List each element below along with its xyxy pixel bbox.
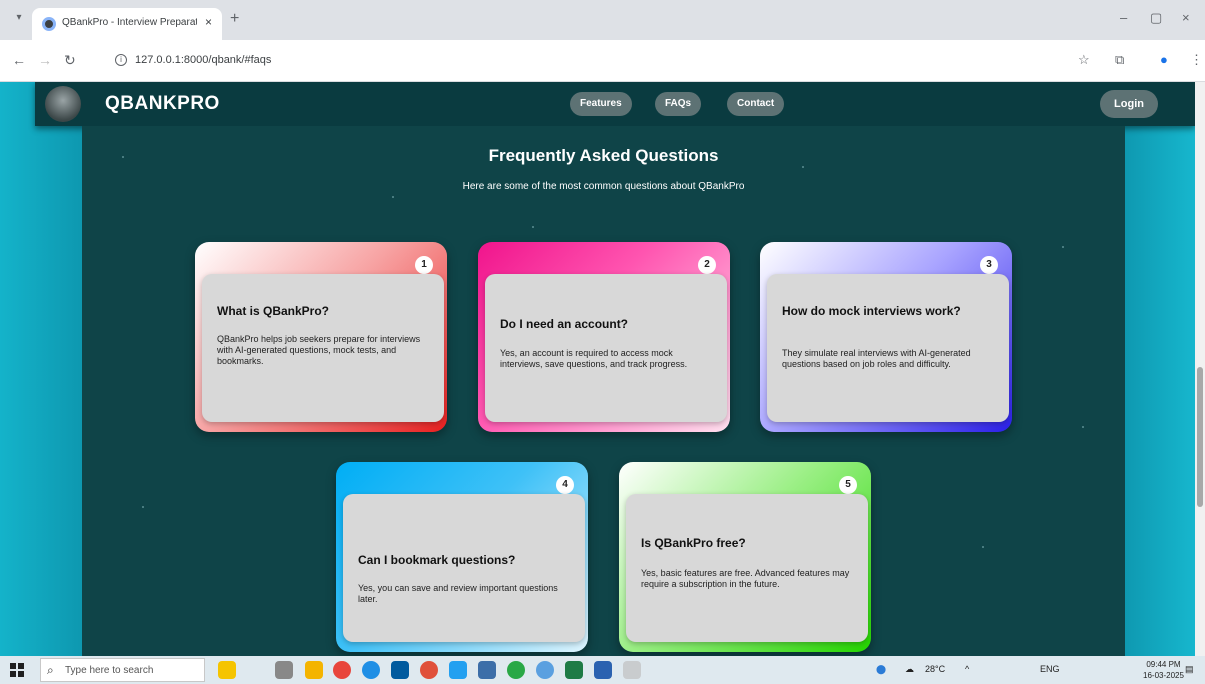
clock-time: 09:44 PM [1146,660,1181,669]
address-bar[interactable]: i 127.0.0.1:8000/qbank/#faqs [115,48,1075,74]
forward-icon[interactable]: → [38,52,52,68]
tab-close-icon[interactable]: × [205,15,212,29]
faq-card[interactable]: 3 How do mock interviews work? They simu… [760,242,1012,432]
profile-icon[interactable]: ● [1160,52,1168,67]
windows-taskbar: ⌕ Type here to search ⬤ ☁ 28°C ^ ENG 09:… [0,656,1205,684]
left-background [0,82,82,656]
weather-icon[interactable]: ☁ [905,664,914,675]
whatsapp-icon[interactable] [507,661,525,679]
faq-number-badge: 4 [556,476,574,494]
faq-title: Frequently Asked Questions [488,146,719,165]
menu-dots-icon[interactable]: ⋮ [1190,52,1203,68]
faq-answer: They simulate real interviews with AI-ge… [782,348,971,369]
edge-icon[interactable] [362,661,380,679]
favicon-icon [42,17,56,31]
file-explorer-icon[interactable] [305,661,323,679]
browser-app-icon[interactable] [420,661,438,679]
reload-icon[interactable]: ↻ [64,52,76,69]
scrollbar-thumb[interactable] [1197,367,1203,507]
url-text[interactable]: 127.0.0.1:8000/qbank/#faqs [135,54,271,66]
notification-icon[interactable]: ▤ [1185,664,1194,675]
excel-icon[interactable] [565,661,583,679]
faq-answer: Yes, basic features are free. Advanced f… [641,568,850,589]
faq-answer: Yes, an account is required to access mo… [500,348,688,369]
faq-number-badge: 1 [415,256,433,274]
login-button[interactable]: Login [1100,90,1158,118]
extensions-icon[interactable]: ⧉ [1115,52,1124,68]
word-icon[interactable] [594,661,612,679]
widgets-icon[interactable] [218,661,236,679]
search-placeholder: Type here to search [65,665,154,676]
tab-title: QBankPro - Interview Preparat... [62,17,197,28]
site-info-icon[interactable]: i [115,54,127,66]
browser-tab[interactable]: QBankPro - Interview Preparat... × [32,8,222,40]
taskbar-clock[interactable]: 09:44 PM 16-03-2025 [1143,659,1184,681]
faq-question: Is QBankPro free? [641,536,746,550]
faq-section: Frequently Asked Questions Here are some… [82,126,1125,656]
tray-overflow-icon[interactable]: ^ [965,664,969,674]
right-background [1123,82,1205,656]
page-scrollbar[interactable] [1195,82,1205,656]
nav-contact[interactable]: Contact [727,92,785,116]
browser-tab-bar: ▾ QBankPro - Interview Preparat... × + –… [0,0,1205,40]
faq-card-body: How do mock interviews work? They simula… [767,274,1009,422]
faq-question: What is QBankPro? [217,304,330,318]
language-indicator[interactable]: ENG [1040,664,1060,674]
network-icon[interactable]: ⬤ [876,664,886,675]
mail-icon[interactable] [391,661,409,679]
faq-answer: Yes, you can save and review important q… [358,583,558,604]
faq-question: Do I need an account? [500,317,629,331]
windows-start-icon[interactable] [10,663,24,677]
bookmark-star-icon[interactable]: ☆ [1078,52,1090,68]
minimize-button[interactable]: – [1120,10,1127,25]
faq-card[interactable]: 5 Is QBankPro free? Yes, basic features … [619,462,871,652]
vscode-icon[interactable] [449,661,467,679]
faq-card-body: Do I need an account? Yes, an account is… [485,274,727,422]
app-icon[interactable] [623,661,641,679]
weather-text[interactable]: 28°C [925,664,945,674]
page-viewport: QBANKPRO Features FAQs Contact Login Fre… [0,82,1205,656]
chrome-app-icon[interactable] [333,661,351,679]
faq-number-badge: 5 [839,476,857,494]
faq-question: Can I bookmark questions? [358,553,516,567]
faq-answer: QBankPro helps job seekers prepare for i… [217,334,421,366]
faq-card[interactable]: 4 Can I bookmark questions? Yes, you can… [336,462,588,652]
logo-icon[interactable] [45,86,81,122]
maximize-button[interactable]: ▢ [1150,10,1162,26]
faq-card[interactable]: 2 Do I need an account? Yes, an account … [478,242,730,432]
app-icon[interactable] [478,661,496,679]
task-view-icon[interactable] [275,661,293,679]
faq-number-badge: 3 [980,256,998,274]
new-tab-button[interactable]: + [230,10,239,28]
nav-features[interactable]: Features [570,92,632,116]
faq-question: How do mock interviews work? [782,304,961,318]
brand-name[interactable]: QBANKPRO [105,93,220,115]
browser-toolbar: ← → ↻ i 127.0.0.1:8000/qbank/#faqs ☆ ⧉ ●… [0,40,1205,82]
faq-card-body: Is QBankPro free? Yes, basic features ar… [626,494,868,642]
faq-number-badge: 2 [698,256,716,274]
taskbar-search-input[interactable]: ⌕ Type here to search [40,658,205,682]
faq-card-body: Can I bookmark questions? Yes, you can s… [343,494,585,642]
app-icon[interactable] [536,661,554,679]
nav-faqs[interactable]: FAQs [655,92,702,116]
tab-search-icon[interactable]: ▾ [10,12,28,28]
faq-card[interactable]: 1 What is QBankPro? QBankPro helps job s… [195,242,447,432]
back-icon[interactable]: ← [12,52,26,68]
clock-date: 16-03-2025 [1143,671,1184,680]
search-icon: ⌕ [47,663,54,677]
site-header: QBANKPRO Features FAQs Contact Login [35,82,1195,126]
close-window-button[interactable]: × [1182,10,1190,25]
faq-subtitle: Here are some of the most common questio… [462,181,745,192]
faq-card-body: What is QBankPro? QBankPro helps job see… [202,274,444,422]
